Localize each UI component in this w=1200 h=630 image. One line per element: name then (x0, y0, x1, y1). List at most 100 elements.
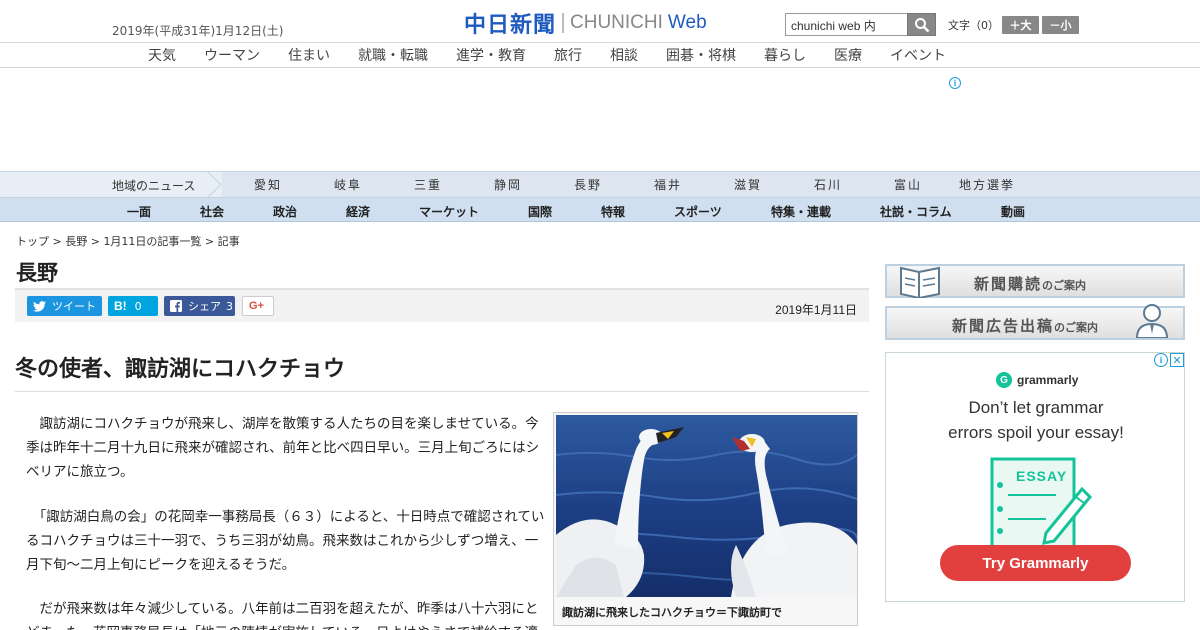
article-headline: 冬の使者、諏訪湖にコハクチョウ (15, 357, 346, 382)
hatena-count: 0 (134, 299, 142, 313)
grammarly-ad[interactable]: i ✕ G grammarly Don’t let grammar errors… (885, 352, 1185, 602)
logo-kanji: 中日新聞 (464, 13, 557, 38)
region-link[interactable]: 長野 (574, 176, 602, 193)
article-photo[interactable]: 諏訪湖に飛来したコハクチョウ＝下諏訪町で (553, 412, 858, 626)
top-nav-item[interactable]: 医療 (834, 45, 862, 65)
article-date: 2019年1月11日 (775, 303, 857, 317)
search-input[interactable]: chunichi web 内 (785, 13, 908, 36)
hatena-icon: B! (114, 299, 127, 313)
main-nav-item[interactable]: 特集・連載 (771, 203, 831, 220)
newspaper-icon (900, 266, 940, 298)
swan-photo-image (556, 415, 857, 597)
regional-news-title: 地域のニュース (112, 179, 196, 193)
main-nav-item[interactable]: 経済 (346, 203, 370, 220)
main-nav: 一面 社会 政治 経済 マーケット 国際 特報 スポーツ 特集・連載 社説・コラ… (0, 198, 1200, 222)
facebook-count: 3 (226, 299, 233, 313)
grammarly-ad-line1: Don’t let grammar (968, 398, 1104, 417)
twitter-icon (33, 300, 46, 312)
region-link[interactable]: 福井 (654, 176, 682, 193)
main-nav-item[interactable]: スポーツ (674, 203, 722, 220)
businessman-icon (1135, 304, 1169, 338)
facebook-share-button[interactable]: シェア 3 (164, 296, 235, 316)
hatena-bookmark-button[interactable]: B! 0 (108, 296, 158, 316)
site-logo[interactable]: 中日新聞 CHUNICHI Web (464, 9, 707, 38)
ad-info-icon[interactable]: i (1154, 353, 1168, 367)
region-link[interactable]: 静岡 (494, 176, 522, 193)
font-larger-button[interactable]: ＋大 (1002, 16, 1039, 34)
top-nav-item[interactable]: 暮らし (764, 45, 806, 65)
ad-info-icon[interactable]: i (949, 77, 961, 89)
subscribe-banner[interactable]: 新聞購読のご案内 (885, 264, 1185, 298)
top-nav-item[interactable]: 就職・転職 (358, 45, 428, 65)
breadcrumb-current: 記事 (217, 235, 240, 248)
main-nav-item[interactable]: 特報 (601, 203, 625, 220)
essay-label: ESSAY (1016, 468, 1068, 484)
top-nav-item[interactable]: 囲碁・将棋 (666, 45, 736, 65)
region-link[interactable]: 富山 (894, 176, 922, 193)
region-link[interactable]: 岐阜 (334, 176, 362, 193)
advertise-subtitle: のご案内 (1054, 321, 1099, 334)
region-link[interactable]: 滋賀 (734, 176, 762, 193)
close-icon[interactable]: ✕ (1170, 353, 1184, 367)
region-link[interactable]: 三重 (414, 176, 442, 193)
site-header: 2019年(平成31年)1月12日(土) 中日新聞 CHUNICHI Web c… (0, 0, 1200, 43)
region-link[interactable]: 地方選挙 (959, 176, 1015, 193)
subscribe-subtitle: のご案内 (1042, 279, 1087, 292)
grammarly-brand: G grammarly (996, 372, 1078, 388)
advertise-title: 新聞広告出稿 (952, 317, 1055, 335)
region-link[interactable]: 石川 (814, 176, 842, 193)
breadcrumb-sep: > (87, 235, 104, 248)
logo-english: CHUNICHI (570, 12, 663, 33)
tweet-label: ツイート (52, 300, 96, 313)
main-nav-item[interactable]: 社説・コラム (880, 203, 952, 220)
search-icon (914, 17, 929, 32)
font-smaller-button[interactable]: －小 (1042, 16, 1079, 34)
top-nav-item[interactable]: 相談 (610, 45, 638, 65)
facebook-share-label: シェア (188, 300, 221, 313)
top-nav-item[interactable]: 旅行 (554, 45, 582, 65)
main-nav-item[interactable]: 国際 (528, 203, 552, 220)
grammarly-logo-icon: G (996, 372, 1012, 388)
headline-divider (15, 391, 869, 392)
grammarly-ad-line2: errors spoil your essay! (948, 423, 1124, 442)
main-nav-item[interactable]: 社会 (200, 203, 224, 220)
current-date: 2019年(平成31年)1月12日(土) (112, 24, 284, 38)
top-nav-item[interactable]: 進学・教育 (456, 45, 526, 65)
regional-news-title-block: 地域のニュース (0, 172, 222, 197)
region-link[interactable]: 愛知 (254, 176, 282, 193)
breadcrumb-sep: > (49, 235, 66, 248)
subscribe-title: 新聞購読 (974, 275, 1043, 293)
article-paragraph: だが飛来数は年々減少している。八年前は二百羽を超えたが、昨季は八十六羽にとどまっ… (26, 601, 539, 630)
article-paragraph: 諏訪湖にコハクチョウが飛来し、湖岸を散策する人たちの目を楽しませている。今季は昨… (26, 416, 540, 480)
section-title: 長野 (16, 261, 58, 285)
grammarly-ad-text: Don’t let grammar errors spoil your essa… (886, 395, 1186, 445)
top-nav-item[interactable]: イベント (890, 45, 946, 65)
main-nav-item[interactable]: 動画 (1001, 203, 1025, 220)
regional-news-bar: 地域のニュース 愛知 岐阜 三重 静岡 長野 福井 滋賀 石川 富山 地方選挙 (0, 171, 1200, 198)
share-bar: ツイート B! 0 シェア 3 G+ 2019年1月11日 (15, 288, 869, 322)
chevron-right-icon (207, 172, 222, 197)
breadcrumb-region[interactable]: 長野 (65, 235, 87, 248)
breadcrumb-top[interactable]: トップ (16, 235, 49, 248)
search-button[interactable] (907, 13, 936, 36)
top-nav-item[interactable]: ウーマン (204, 45, 260, 65)
main-nav-item[interactable]: 一面 (127, 203, 151, 220)
main-nav-item[interactable]: マーケット (419, 203, 479, 220)
top-nav: 天気 ウーマン 住まい 就職・転職 進学・教育 旅行 相談 囲碁・将棋 暮らし … (0, 43, 1200, 68)
logo-web: Web (667, 12, 707, 33)
article-paragraph: 「諏訪湖白鳥の会」の花岡幸一事務局長（６３）によると、十日時点で確認されているコ… (26, 509, 545, 573)
facebook-icon (170, 300, 182, 312)
advertise-banner[interactable]: 新聞広告出稿のご案内 (885, 304, 1185, 340)
top-nav-item[interactable]: 天気 (148, 45, 176, 65)
breadcrumb-list[interactable]: 1月11日の記事一覧 (103, 235, 201, 248)
breadcrumb: トップ > 長野 > 1月11日の記事一覧 > 記事 (16, 233, 240, 249)
font-size-label: 文字（0） (948, 19, 999, 32)
google-plus-icon: G+ (249, 300, 264, 312)
grammarly-brand-name: grammarly (1017, 373, 1079, 387)
try-grammarly-button[interactable]: Try Grammarly (940, 545, 1131, 581)
tweet-button[interactable]: ツイート (27, 296, 102, 316)
photo-caption: 諏訪湖に飛来したコハクチョウ＝下諏訪町で (562, 606, 782, 619)
main-nav-item[interactable]: 政治 (273, 203, 297, 220)
top-nav-item[interactable]: 住まい (288, 45, 330, 65)
google-plus-button[interactable]: G+ (242, 296, 274, 316)
